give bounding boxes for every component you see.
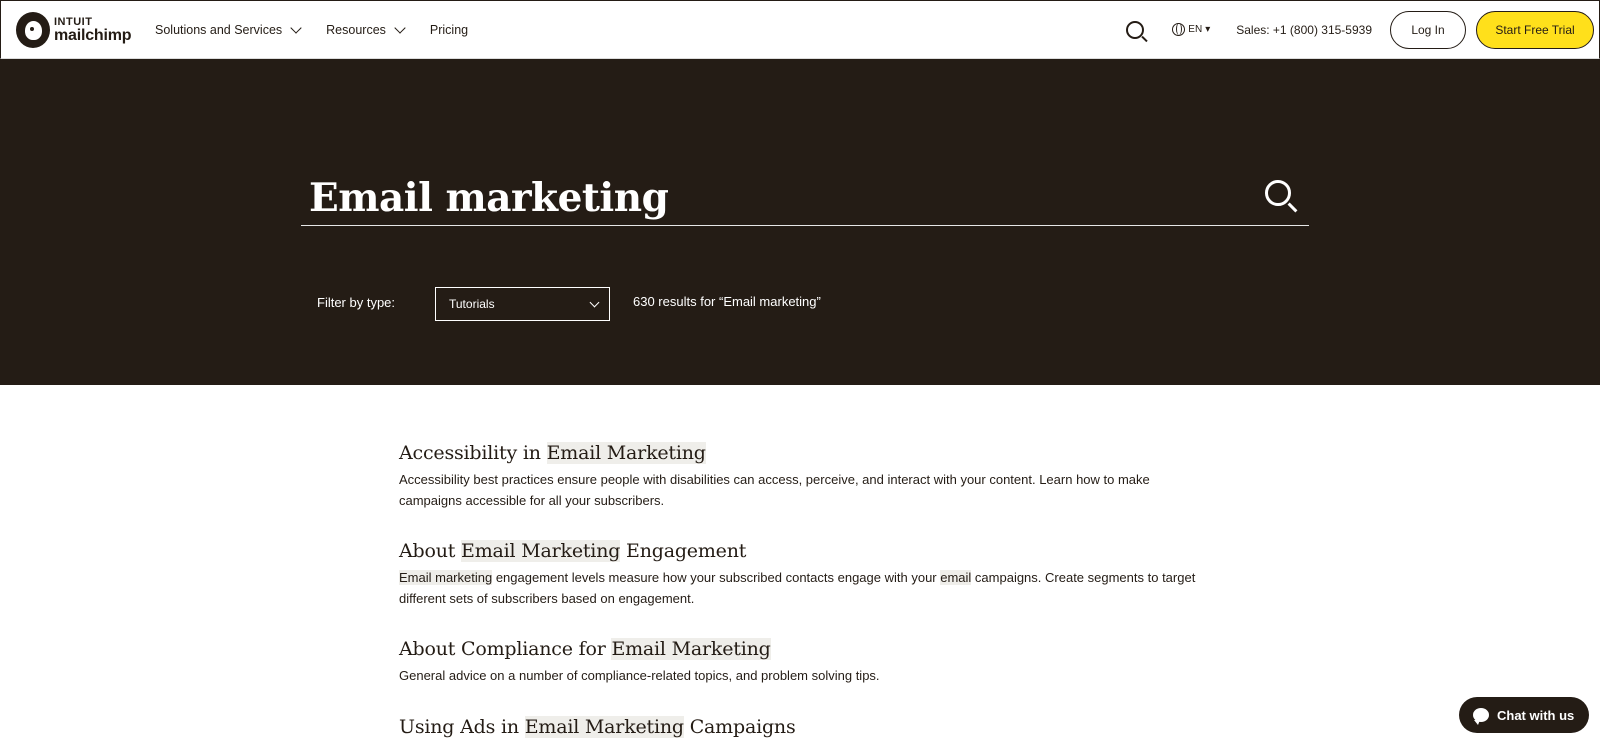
language-selector[interactable]: EN ▾ xyxy=(1172,23,1210,36)
chat-with-us-button[interactable]: Chat with us xyxy=(1459,697,1589,733)
chevron-down-icon xyxy=(394,21,406,34)
highlighted-term: Email Marketing xyxy=(546,442,706,464)
result-description: General advice on a number of compliance… xyxy=(399,666,1199,687)
description-text: Accessibility best practices ensure peop… xyxy=(399,472,1150,508)
filter-selected-value: Tutorials xyxy=(449,297,495,311)
main-nav: Solutions and Services Resources Pricing xyxy=(155,1,494,58)
header-actions: EN ▾ Sales: +1 (800) 315-5939 Log In Sta… xyxy=(1126,1,1594,58)
logo-intuit-text: INTUIT xyxy=(54,15,93,28)
mailchimp-logo[interactable]: INTUIT mailchimp xyxy=(16,12,132,48)
nav-label: Resources xyxy=(326,22,386,37)
title-text: About xyxy=(399,540,462,562)
search-input[interactable]: Email marketing xyxy=(301,178,1309,226)
title-text: About Compliance for xyxy=(399,638,612,660)
result-description: Accessibility best practices ensure peop… xyxy=(399,470,1199,511)
nav-pricing[interactable]: Pricing xyxy=(430,23,468,37)
language-code: EN xyxy=(1188,24,1203,35)
chat-bubble-icon xyxy=(1473,708,1489,725)
search-result-item: Using Ads in Email Marketing Campaigns xyxy=(399,714,1199,741)
description-text: General advice on a number of compliance… xyxy=(399,668,880,683)
title-text: Using Ads in xyxy=(399,715,525,738)
filter-type-select[interactable]: Tutorials xyxy=(435,287,610,321)
highlighted-term: Email Marketing xyxy=(611,638,771,660)
nav-label: Solutions and Services xyxy=(155,22,283,37)
result-description: Email marketing engagement levels measur… xyxy=(399,568,1199,609)
search-icon[interactable] xyxy=(1126,20,1145,39)
search-result-item: About Compliance for Email Marketing Gene… xyxy=(399,636,1199,687)
result-title-link[interactable]: About Compliance for Email Marketing xyxy=(399,636,1199,663)
logo-mailchimp-text: mailchimp xyxy=(54,26,132,44)
chat-label: Chat with us xyxy=(1497,707,1575,723)
globe-icon xyxy=(1172,23,1186,36)
results-count: 630 results for “Email marketing” xyxy=(633,294,821,309)
logo-wordmark: INTUIT mailchimp xyxy=(54,15,132,44)
title-text: Engagement xyxy=(620,540,747,562)
search-result-item: Accessibility in Email Marketing Accessib… xyxy=(399,440,1199,511)
log-in-button[interactable]: Log In xyxy=(1390,10,1466,49)
sales-phone[interactable]: Sales: +1 (800) 315-5939 xyxy=(1236,23,1372,37)
result-title-link[interactable]: Accessibility in Email Marketing xyxy=(399,440,1199,467)
highlighted-term: email xyxy=(940,570,972,585)
search-icon[interactable] xyxy=(1265,180,1291,206)
search-result-item: About Email Marketing Engagement Email ma… xyxy=(399,538,1199,609)
highlighted-term: Email marketing xyxy=(399,570,493,585)
title-text: Campaigns xyxy=(683,715,796,738)
nav-resources[interactable]: Resources xyxy=(326,21,406,37)
nav-label: Pricing xyxy=(429,22,469,37)
chevron-down-icon xyxy=(589,297,600,308)
start-free-trial-button[interactable]: Start Free Trial xyxy=(1476,10,1594,49)
search-query-text: Email marketing xyxy=(309,175,669,221)
freddie-logo-icon xyxy=(16,12,50,48)
result-title-link[interactable]: About Email Marketing Engagement xyxy=(399,538,1199,565)
title-text: Accessibility in xyxy=(399,442,547,464)
highlighted-term: Email Marketing xyxy=(524,715,684,738)
search-hero: Email marketing Filter by type: Tutorial… xyxy=(0,59,1600,385)
filter-by-type-label: Filter by type: xyxy=(317,295,396,310)
description-text: engagement levels measure how your subsc… xyxy=(492,570,941,585)
search-results-list: Accessibility in Email Marketing Accessib… xyxy=(399,440,1199,751)
nav-solutions-and-services[interactable]: Solutions and Services xyxy=(155,21,302,37)
caret-icon: ▾ xyxy=(1205,24,1211,35)
top-navigation-bar: INTUIT mailchimp Solutions and Services … xyxy=(0,0,1600,59)
highlighted-term: Email Marketing xyxy=(461,540,621,562)
chevron-down-icon xyxy=(290,21,302,34)
result-title-link[interactable]: Using Ads in Email Marketing Campaigns xyxy=(399,714,1199,741)
